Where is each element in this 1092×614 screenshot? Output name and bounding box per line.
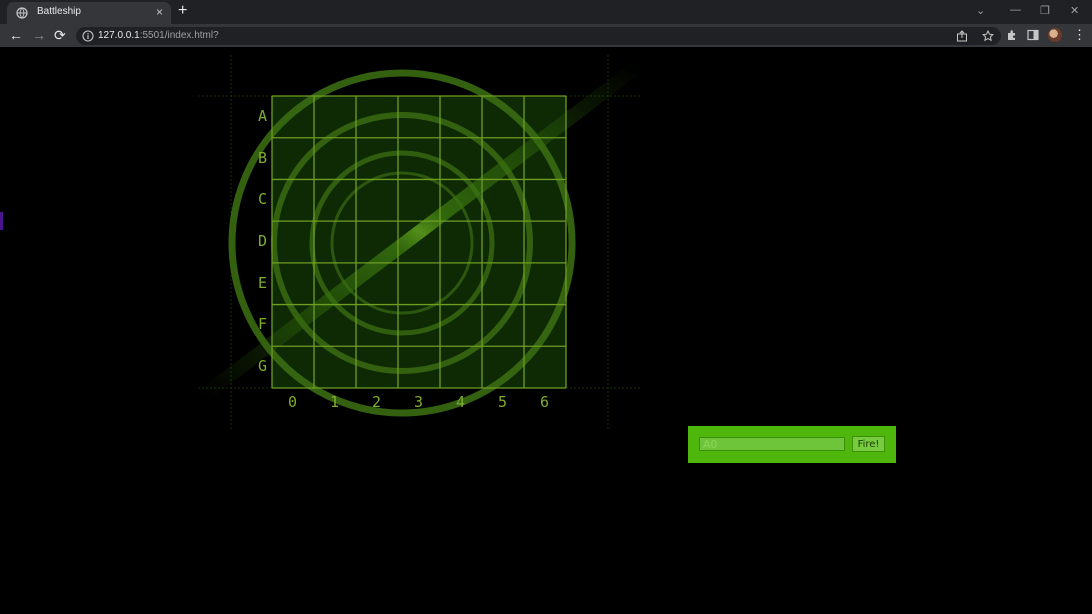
col-label-6: 6 [540, 393, 550, 411]
info-icon[interactable] [82, 30, 94, 42]
bookmark-star-icon[interactable] [982, 30, 994, 42]
tab-strip: Battleship × + ⌄ — ❐ ✕ [0, 0, 1092, 24]
url-host: 127.0.0.1 [98, 30, 140, 41]
col-label-5: 5 [498, 393, 508, 411]
row-label-e: E [258, 273, 268, 292]
minimize-button[interactable]: — [1010, 4, 1021, 16]
fire-panel: Fire! [688, 426, 896, 463]
tab-title: Battleship [37, 6, 81, 17]
radar-board [193, 55, 647, 430]
share-icon[interactable] [956, 30, 968, 42]
row-label-a: A [258, 106, 268, 125]
col-label-4: 4 [456, 393, 466, 411]
back-button[interactable]: ← [9, 27, 23, 43]
side-panel-icon[interactable] [1027, 29, 1039, 41]
window-close-button[interactable]: ✕ [1070, 4, 1079, 17]
extensions-icon[interactable] [1006, 29, 1018, 41]
reload-button[interactable]: ⟳ [54, 27, 66, 43]
col-label-1: 1 [330, 393, 340, 411]
browser-menu-icon[interactable]: ⋮ [1073, 27, 1086, 43]
fire-button[interactable]: Fire! [852, 436, 885, 452]
row-label-d: D [258, 232, 268, 250]
col-label-0: 0 [288, 393, 298, 411]
col-label-3: 3 [414, 393, 424, 411]
game-page: A B C D E F G 0 1 2 3 4 5 6 Fire! [0, 47, 1092, 614]
tab-close-icon[interactable]: × [156, 5, 163, 19]
address-bar[interactable]: 127.0.0.1:5501/index.html? [76, 27, 1001, 45]
board-fill [272, 96, 566, 388]
profile-avatar[interactable] [1048, 28, 1062, 42]
row-label-c: C [258, 190, 268, 209]
globe-icon [16, 7, 28, 19]
url-text[interactable]: 127.0.0.1:5501/index.html? [98, 30, 219, 41]
url-path: :5501/index.html? [139, 30, 219, 41]
forward-button[interactable]: → [32, 27, 46, 43]
new-tab-button[interactable]: + [178, 2, 187, 20]
tab-search-chevron-icon[interactable]: ⌄ [976, 4, 985, 17]
row-label-b: B [258, 148, 268, 167]
restore-button[interactable]: ❐ [1040, 4, 1050, 17]
row-label-f: F [258, 315, 268, 334]
row-label-g: G [258, 357, 268, 376]
col-label-2: 2 [372, 393, 382, 411]
browser-toolbar: ← → ⟳ 127.0.0.1:5501/index.html? ⋮ [0, 24, 1092, 47]
coordinate-input[interactable] [699, 437, 845, 451]
browser-tab[interactable]: Battleship × [7, 2, 171, 24]
